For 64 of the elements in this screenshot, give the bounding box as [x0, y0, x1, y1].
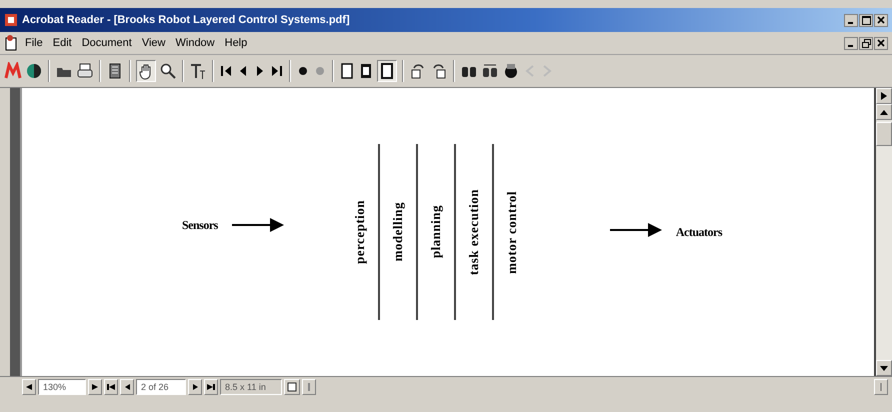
diagram-label: Sensors — [182, 218, 218, 232]
last-page-icon — [207, 384, 215, 390]
navigation-pane-handle[interactable] — [10, 88, 22, 376]
page-layout-icon — [287, 382, 297, 392]
zoom-menu-button[interactable] — [88, 379, 102, 395]
globe-icon[interactable] — [25, 62, 43, 80]
next-page-icon — [192, 384, 198, 390]
first-page-button[interactable] — [104, 379, 118, 395]
menu-item[interactable]: Window — [170, 35, 220, 51]
menu-item[interactable]: Document — [76, 35, 137, 51]
zoom-field[interactable]: 130% — [38, 379, 86, 395]
find-again-icon[interactable] — [481, 62, 499, 80]
page-size-field: 8.5 x 11 in — [220, 379, 282, 395]
split-button[interactable] — [876, 88, 892, 104]
scroll-up-button[interactable] — [876, 104, 892, 120]
scroll-thumb[interactable] — [876, 122, 892, 146]
layer-label: motor control — [502, 190, 520, 274]
close-icon — [877, 16, 885, 24]
window-title: Acrobat Reader - [Brooks Robot Layered Control Systems.pdf] — [22, 14, 351, 26]
first-page-icon — [107, 384, 115, 390]
last-page-button[interactable] — [204, 379, 218, 395]
scroll-down-button[interactable] — [876, 360, 892, 376]
previous-page-icon — [124, 384, 130, 390]
zoom-out-button[interactable] — [22, 379, 36, 395]
page-icon — [379, 62, 395, 80]
close-button[interactable] — [874, 36, 888, 50]
arrow-icon — [610, 222, 662, 236]
text-select-icon[interactable] — [189, 62, 207, 80]
layer-label: task execution — [464, 188, 482, 276]
page-number-field[interactable]: 2 of 26 — [136, 379, 186, 395]
layer-label: planning — [426, 205, 444, 259]
menu-item[interactable]: Help — [220, 35, 252, 51]
actual-size-icon[interactable] — [339, 62, 355, 80]
scroll-corner-button[interactable] — [874, 379, 888, 395]
layer-label: modelling — [388, 202, 406, 262]
fit-page-icon[interactable] — [358, 62, 374, 80]
close-icon — [877, 39, 885, 47]
document-icon — [4, 35, 18, 51]
diagram-label: Actuators — [676, 224, 722, 240]
restore-button[interactable] — [859, 36, 873, 50]
minimize-button[interactable] — [844, 36, 858, 50]
menu-item[interactable]: Edit — [48, 35, 77, 51]
zoom-icon[interactable] — [159, 62, 177, 80]
zoom-menu-icon — [92, 384, 98, 390]
scroll-up-icon — [880, 110, 888, 114]
print-icon[interactable] — [76, 62, 94, 80]
maximize-icon — [862, 16, 870, 24]
next-page-button[interactable] — [188, 379, 202, 395]
zoom-out-icon — [26, 384, 32, 390]
menu-item[interactable]: View — [136, 35, 170, 51]
previous-page-button[interactable] — [120, 379, 134, 395]
minimize-button[interactable] — [844, 14, 858, 26]
fit-width-button[interactable] — [377, 60, 397, 82]
maximize-button[interactable] — [859, 14, 873, 26]
hand-tool-button[interactable] — [136, 60, 156, 82]
vertical-scrollbar[interactable] — [874, 88, 892, 376]
menu-item[interactable]: File — [20, 35, 48, 51]
layer-label: perception — [350, 200, 368, 264]
close-button[interactable] — [874, 14, 888, 26]
page-layout-button[interactable] — [284, 379, 300, 395]
arrow-icon — [232, 218, 284, 232]
restore-icon — [862, 38, 870, 48]
app-icon — [4, 13, 18, 27]
scroll-down-icon — [880, 366, 888, 370]
